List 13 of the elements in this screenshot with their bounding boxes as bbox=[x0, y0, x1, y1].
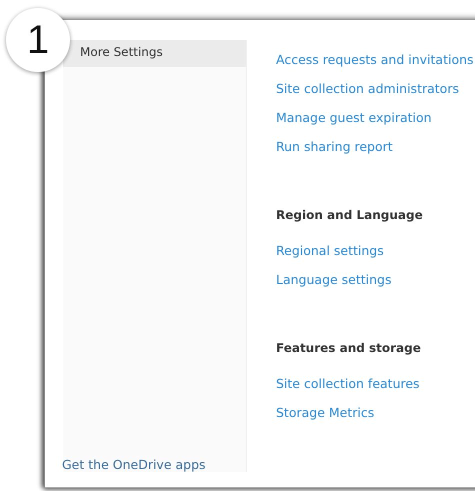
section-heading: Features and storage bbox=[276, 341, 422, 355]
settings-link[interactable]: Site collection administrators bbox=[276, 80, 474, 97]
onedrive-apps-link[interactable]: Get the OneDrive apps bbox=[62, 457, 246, 472]
settings-link[interactable]: Access requests and invitations bbox=[276, 51, 474, 68]
settings-link[interactable]: Regional settings bbox=[276, 242, 474, 259]
settings-link[interactable]: Manage guest expiration bbox=[276, 109, 474, 126]
settings-link[interactable]: Storage Metrics bbox=[276, 404, 474, 421]
step-badge: 1 bbox=[6, 8, 70, 72]
nav-item[interactable]: More Settings bbox=[63, 40, 246, 67]
settings-link[interactable]: Language settings bbox=[276, 271, 474, 288]
section-heading: Region and Language bbox=[276, 208, 424, 222]
settings-link[interactable]: Run sharing report bbox=[276, 138, 474, 155]
settings-link[interactable]: Site collection features bbox=[276, 375, 474, 392]
